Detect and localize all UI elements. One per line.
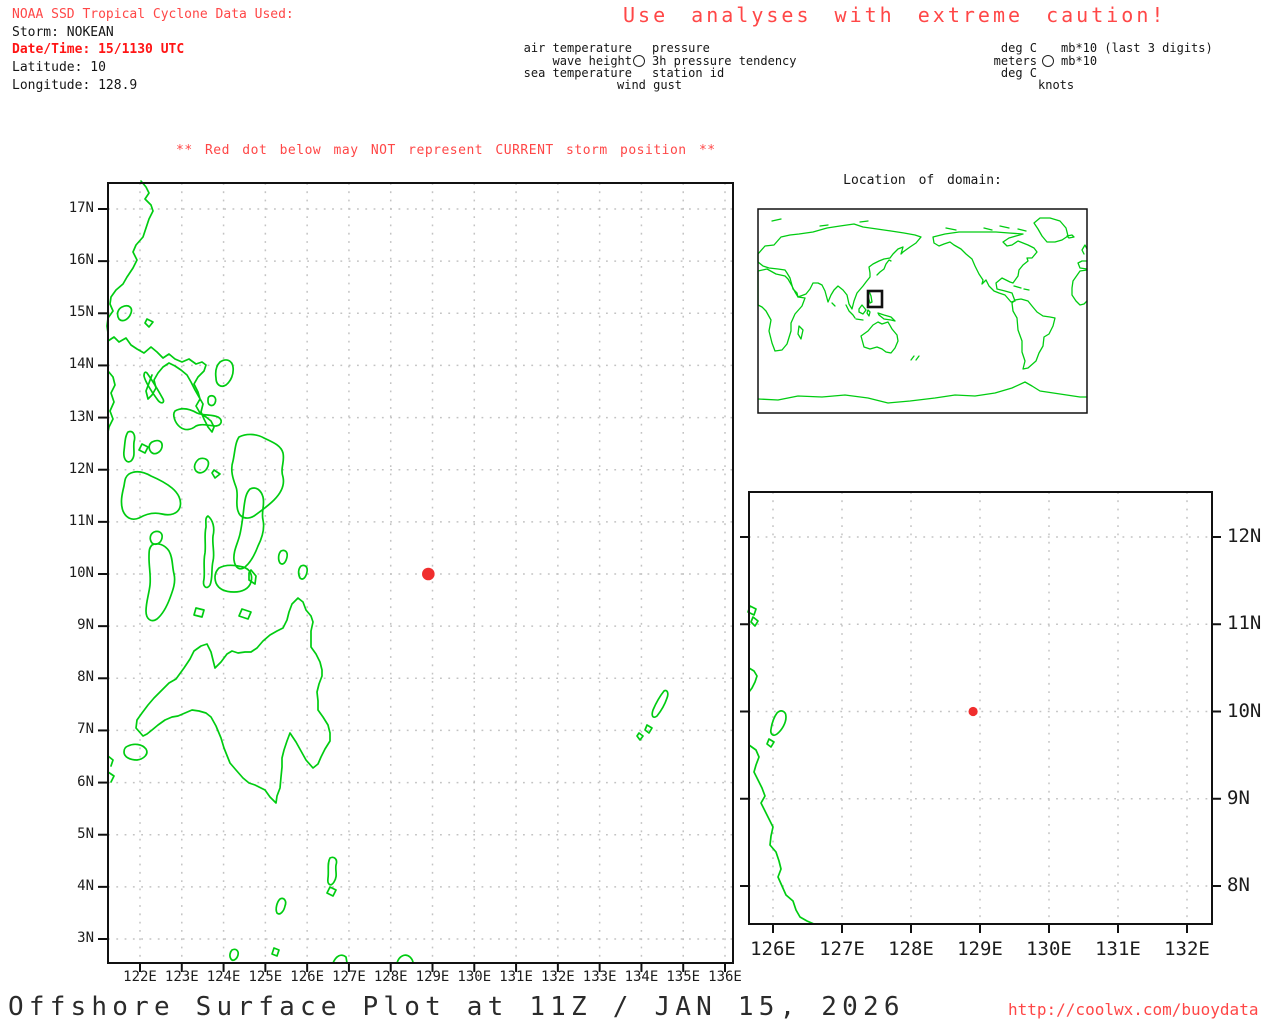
- main-map-y-tick-label: 13N: [54, 409, 94, 425]
- storm-position-dot-main: [422, 568, 435, 581]
- zoom-map-x-tick-label: 129E: [950, 938, 1010, 960]
- main-map: [98, 181, 733, 972]
- main-map-y-tick-label: 11N: [54, 513, 94, 529]
- main-map-y-tick-label: 7N: [54, 721, 94, 737]
- main-map-border: [108, 183, 733, 963]
- header-longitude-line: Longitude: 128.9: [12, 77, 137, 95]
- world-coastline: [758, 218, 1087, 403]
- main-map-x-tick-label: 132E: [537, 969, 579, 985]
- main-map-y-tick-label: 15N: [54, 304, 94, 320]
- main-map-x-tick-label: 122E: [119, 969, 161, 985]
- main-map-x-tick-label: 134E: [620, 969, 662, 985]
- zoom-map-x-tick-label: 130E: [1019, 938, 1079, 960]
- main-map-x-tick-label: 123E: [161, 969, 203, 985]
- inset-map-border: [758, 209, 1087, 413]
- zoom-map-x-tick-label: 126E: [743, 938, 803, 960]
- storm-position-dot-zoom: [969, 707, 978, 716]
- station-plot-circle-icon: [1042, 55, 1054, 67]
- units-deg-c-2: deg C: [930, 67, 1037, 79]
- main-map-x-tick-label: 129E: [412, 969, 454, 985]
- units-mb10: mb*10: [1061, 55, 1097, 67]
- main-map-gridlines: [108, 183, 733, 963]
- buoydata-url-link[interactable]: http://coolwx.com/buoydata: [1008, 1000, 1258, 1019]
- main-map-y-tick-label: 14N: [54, 356, 94, 372]
- main-map-ticks: [98, 209, 725, 972]
- main-map-y-tick-label: 12N: [54, 461, 94, 477]
- main-map-y-tick-label: 4N: [54, 878, 94, 894]
- zoom-map-ticks: [740, 537, 1221, 933]
- main-map-x-tick-label: 124E: [203, 969, 245, 985]
- main-map-x-tick-label: 131E: [495, 969, 537, 985]
- legend-sea-temperature: sea temperature: [480, 67, 632, 79]
- main-map-y-tick-label: 9N: [54, 617, 94, 633]
- zoom-map-x-tick-label: 132E: [1157, 938, 1217, 960]
- header-storm-line: Storm: NOKEAN: [12, 24, 114, 42]
- zoom-map: [740, 492, 1221, 933]
- station-plot-circle-icon: [633, 55, 645, 67]
- legend-wind-gust: wind gust: [617, 79, 682, 91]
- header-datetime-line: Date/Time: 15/1130 UTC: [12, 41, 184, 59]
- main-map-x-tick-label: 135E: [662, 969, 704, 985]
- inset-map-title: Location of domain:: [758, 173, 1087, 188]
- zoom-map-y-tick-label: 12N: [1227, 525, 1261, 547]
- inset-world-map: [758, 209, 1087, 413]
- units-deg-c-1: deg C: [930, 42, 1037, 54]
- main-map-x-tick-label: 127E: [328, 969, 370, 985]
- offshore-surface-plot-page: NOAA SSD Tropical Cyclone Data Used: Sto…: [0, 0, 1280, 1024]
- units-mb10-last3: mb*10 (last 3 digits): [1061, 42, 1213, 54]
- main-map-y-tick-label: 8N: [54, 669, 94, 685]
- zoom-map-x-tick-label: 131E: [1088, 938, 1148, 960]
- header-latitude-line: Latitude: 10: [12, 59, 106, 77]
- zoom-map-gridlines: [749, 492, 1212, 924]
- main-map-x-tick-label: 133E: [579, 969, 621, 985]
- units-knots: knots: [1038, 79, 1074, 91]
- header-noaa-line: NOAA SSD Tropical Cyclone Data Used:: [12, 6, 294, 24]
- main-map-y-tick-label: 6N: [54, 774, 94, 790]
- main-map-x-tick-label: 125E: [244, 969, 286, 985]
- page-title: Offshore Surface Plot at 11Z / JAN 15, 2…: [8, 992, 905, 1022]
- main-map-y-tick-label: 5N: [54, 826, 94, 842]
- main-map-y-tick-label: 16N: [54, 252, 94, 268]
- zoom-map-x-tick-label: 128E: [881, 938, 941, 960]
- legend-pressure: pressure: [652, 42, 710, 54]
- zoom-map-y-tick-label: 10N: [1227, 700, 1261, 722]
- main-map-y-tick-label: 17N: [54, 200, 94, 216]
- philippines-coastline: [107, 181, 668, 963]
- zoom-map-x-tick-label: 127E: [812, 938, 872, 960]
- main-map-x-tick-label: 128E: [370, 969, 412, 985]
- main-map-y-tick-label: 3N: [54, 930, 94, 946]
- main-map-x-tick-label: 130E: [453, 969, 495, 985]
- main-map-x-tick-label: 126E: [286, 969, 328, 985]
- zoom-map-y-tick-label: 8N: [1227, 874, 1250, 896]
- caution-title: Use analyses with extreme caution!: [623, 3, 1166, 27]
- zoom-map-y-tick-label: 11N: [1227, 612, 1261, 634]
- legend-air-temperature: air temperature: [480, 42, 632, 54]
- storm-position-warning: ** Red dot below may NOT represent CURRE…: [176, 143, 716, 158]
- zoom-map-coastline: [748, 606, 814, 924]
- zoom-map-y-tick-label: 9N: [1227, 787, 1250, 809]
- main-map-y-tick-label: 10N: [54, 565, 94, 581]
- main-map-x-tick-label: 136E: [704, 969, 746, 985]
